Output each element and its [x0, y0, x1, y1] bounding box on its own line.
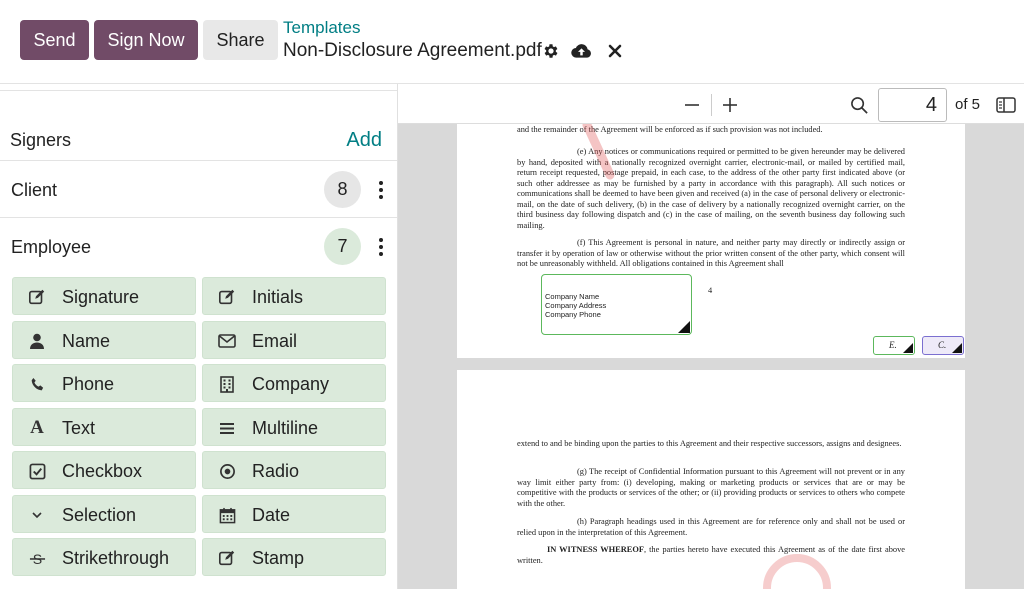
field-label: Stamp [252, 548, 305, 568]
initials-field-employee[interactable]: E. [873, 336, 915, 355]
watermark-stroke [582, 124, 615, 180]
initials-field-client[interactable]: C. [922, 336, 964, 355]
lines-icon [217, 418, 237, 438]
pdf-canvas[interactable]: be construed as, reformed or interpreted… [398, 124, 1024, 589]
initials-text: E. [889, 340, 897, 350]
page-paragraph-h: (h) Paragraph headings used in this Agre… [517, 517, 905, 537]
pen-square-icon [27, 287, 47, 307]
pen-square-icon [217, 287, 237, 307]
page-number-label: 4 [708, 286, 713, 295]
close-icon[interactable] [605, 41, 625, 61]
field-label: Multiline [252, 418, 319, 438]
cloud-upload-icon[interactable] [570, 41, 592, 61]
panel-divider [0, 90, 397, 91]
signer-row-client[interactable]: Client 8 [0, 160, 397, 217]
page-paragraph-witness: IN WITNESS WHEREOF, the parties hereto h… [517, 545, 905, 566]
calendar-icon [217, 505, 237, 525]
kebab-menu-icon[interactable] [378, 238, 384, 256]
checkbox-checked-icon [27, 461, 47, 481]
company-phone-line: Company Phone [545, 310, 601, 319]
breadcrumb-templates[interactable]: Templates [283, 18, 360, 38]
text-font-icon: A [30, 417, 44, 438]
phone-icon [27, 374, 47, 394]
company-name-line: Company Name [545, 292, 600, 301]
field-label: Radio [252, 461, 300, 481]
sign-now-button[interactable]: Sign Now [94, 20, 198, 60]
pdf-page-4[interactable]: be construed as, reformed or interpreted… [457, 124, 965, 358]
field-name[interactable]: Name [12, 321, 196, 359]
field-label: Text [62, 418, 96, 438]
signers-panel: Signers Add Client 8 Employee 7 Signatur… [0, 84, 398, 589]
gear-icon[interactable] [541, 41, 561, 61]
user-icon [27, 331, 47, 351]
field-email[interactable]: Email [202, 321, 386, 359]
document-title[interactable]: Non-Disclosure Agreement.pdf [283, 40, 542, 62]
pen-square-icon [217, 548, 237, 568]
field-label: Email [252, 331, 298, 351]
field-label: Initials [252, 287, 304, 307]
signers-title: Signers [10, 130, 72, 150]
signer-name: Client [11, 180, 58, 200]
pdf-page-5[interactable]: extend to and be binding upon the partie… [457, 370, 965, 589]
zoom-in-icon[interactable] [719, 94, 741, 116]
initials-text: C. [938, 340, 947, 350]
field-multiline[interactable]: Multiline [202, 408, 386, 446]
signer-count-badge: 7 [324, 228, 361, 265]
field-label: Strikethrough [62, 548, 170, 568]
watermark-circle [763, 554, 831, 589]
field-stamp[interactable]: Stamp [202, 538, 386, 576]
page-text: and the remainder of the Agreement will … [517, 125, 823, 134]
field-selection[interactable]: Selection [12, 495, 196, 533]
field-date[interactable]: Date [202, 495, 386, 533]
page-number-input[interactable] [878, 88, 947, 122]
company-field-box[interactable]: Company Name Company Address Company Pho… [541, 274, 692, 335]
company-address-line: Company Address [545, 301, 607, 310]
field-company[interactable]: Company [202, 364, 386, 402]
strikethrough-icon: S [27, 548, 47, 568]
field-text[interactable]: A Text [12, 408, 196, 446]
pdf-viewer-toolbar: of 5 [398, 84, 1024, 124]
envelope-icon [217, 331, 237, 351]
field-signature[interactable]: Signature [12, 277, 196, 315]
field-label: Date [252, 505, 291, 525]
field-label: Company [252, 374, 330, 394]
send-button[interactable]: Send [20, 20, 89, 60]
kebab-menu-icon[interactable] [378, 181, 384, 199]
building-icon [217, 374, 237, 394]
field-checkbox[interactable]: Checkbox [12, 451, 196, 489]
top-toolbar: Send Sign Now Share Templates Non-Disclo… [0, 0, 1024, 84]
field-label: Name [62, 331, 111, 351]
signer-name: Employee [11, 237, 92, 257]
field-phone[interactable]: Phone [12, 364, 196, 402]
page-paragraph-f: (f) This Agreement is personal in nature… [517, 238, 905, 268]
witness-heading: IN WITNESS WHEREOF [547, 545, 644, 554]
sidebar-toggle-icon[interactable] [995, 94, 1017, 116]
share-button[interactable]: Share [203, 20, 278, 60]
zoom-out-icon[interactable] [681, 94, 703, 116]
field-label: Signature [62, 287, 140, 307]
resize-handle-icon[interactable] [678, 321, 690, 333]
field-label: Checkbox [62, 461, 143, 481]
field-radio[interactable]: Radio [202, 451, 386, 489]
add-signer-link[interactable]: Add [346, 129, 382, 152]
search-icon[interactable] [848, 94, 870, 116]
toolbar-separator [711, 94, 712, 116]
resize-handle-icon[interactable] [903, 343, 913, 353]
page-paragraph-g: (g) The receipt of Confidential Informat… [517, 467, 905, 508]
page-count: of 5 [955, 96, 981, 113]
field-label: Phone [62, 374, 115, 394]
chevron-down-icon [27, 505, 47, 525]
radio-dot-icon [217, 461, 237, 481]
field-strikethrough[interactable]: S Strikethrough [12, 538, 196, 576]
resize-handle-icon[interactable] [952, 343, 962, 353]
signer-count-badge: 8 [324, 171, 361, 208]
signer-row-employee[interactable]: Employee 7 [0, 217, 397, 274]
page-paragraph-e: (e) Any notices or communications requir… [517, 147, 905, 230]
field-initials[interactable]: Initials [202, 277, 386, 315]
page-paragraph-top: extend to and be binding upon the partie… [517, 439, 902, 448]
field-label: Selection [62, 505, 137, 525]
